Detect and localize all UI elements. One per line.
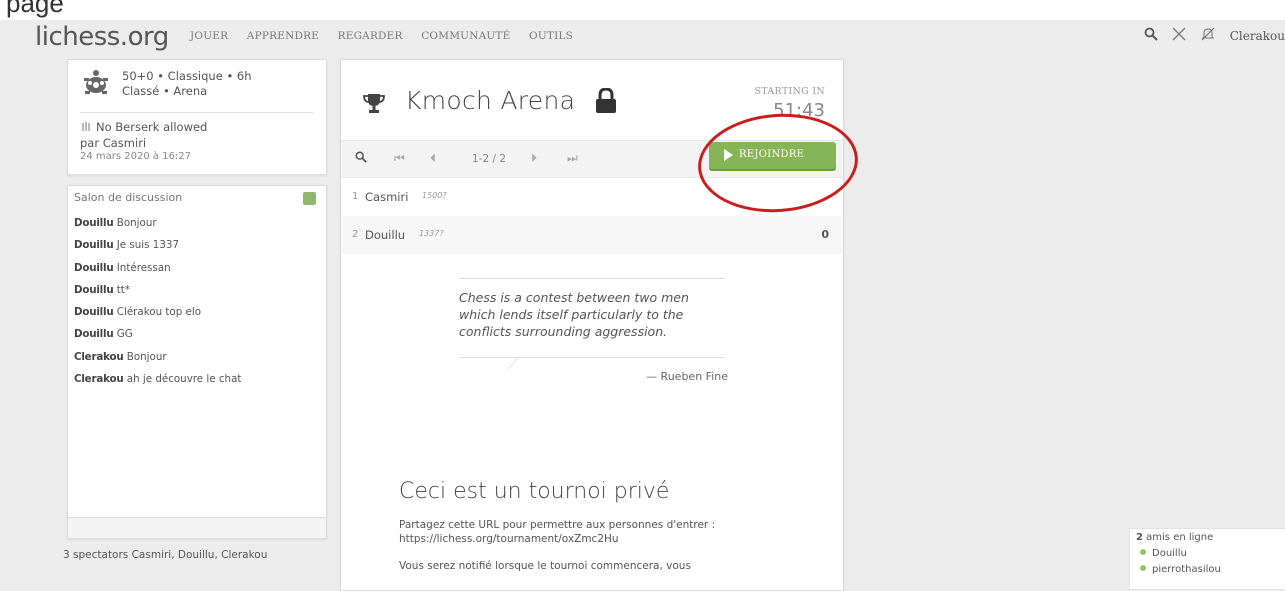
tournament-title: Kmoch Arena: [405, 86, 576, 115]
player-rating: 1500?: [422, 191, 447, 200]
created-date: 24 mars 2020 à 16:27: [80, 151, 192, 162]
search-icon[interactable]: [1144, 27, 1158, 45]
turtle-icon: [84, 70, 108, 94]
previous-page-icon[interactable]: ⏴: [430, 151, 436, 166]
site-header: lichess.org JOUER APPRENDRE REGARDER COM…: [0, 20, 1285, 56]
nav-community[interactable]: COMMUNAUTÉ: [421, 30, 510, 42]
player-search-icon[interactable]: [355, 151, 367, 167]
play-icon: [724, 149, 733, 161]
trophy-icon: [363, 94, 385, 113]
first-page-icon[interactable]: ⏮: [394, 151, 405, 166]
tournament-info-box: 50+0 • Classique • 6h Classé • Arena No …: [67, 59, 327, 175]
friend-item[interactable]: pierrothasilou: [1140, 564, 1221, 575]
chat-message: Douillu GG: [74, 328, 133, 341]
player-rating: 1337?: [419, 229, 444, 238]
chat-title: Salon de discussion: [74, 191, 183, 204]
quote-divider: [459, 357, 725, 358]
nav-tools[interactable]: OUTILS: [529, 30, 573, 42]
quote-tail: [493, 357, 520, 369]
chat-message: Clerakou ah je découvre le chat: [74, 373, 242, 386]
chat-toggle[interactable]: [303, 192, 316, 205]
nav-play[interactable]: JOUER: [190, 30, 228, 42]
standings-row[interactable]: 2 Douillu 1337? 0: [341, 216, 843, 254]
chat-message: Clerakou Bonjour: [74, 350, 167, 363]
next-page-icon[interactable]: ⏵: [531, 151, 537, 166]
private-tournament-title: Ceci est un tournoi privé: [399, 479, 670, 504]
main-nav: JOUER APPRENDRE REGARDER COMMUNAUTÉ OUTI…: [190, 30, 588, 42]
player-name[interactable]: Casmiri: [365, 190, 408, 204]
time-control: 50+0 • Classique • 6h: [122, 69, 252, 83]
chat-panel: Salon de discussion Douillu Bonjour Doui…: [67, 185, 327, 539]
lock-icon: [596, 88, 616, 113]
player-score: 0: [821, 228, 829, 241]
join-button[interactable]: REJOINDRE: [709, 142, 836, 169]
countdown-timer: 51:43: [773, 100, 825, 121]
tournament-main-panel: Kmoch Arena STARTING IN 51:43 ⏮ ⏴ 1-2 / …: [340, 59, 844, 591]
swords-icon[interactable]: [1172, 27, 1186, 45]
friend-item[interactable]: Douillu: [1140, 548, 1187, 559]
header-right: Clerakou: [1144, 27, 1285, 45]
site-logo[interactable]: lichess.org: [35, 22, 169, 52]
chat-messages: Douillu Bonjour Douillu Je suis 1337 Dou…: [74, 216, 314, 394]
muted-bell-icon[interactable]: [1200, 27, 1216, 45]
nav-learn[interactable]: APPRENDRE: [247, 30, 319, 42]
berserk-note: No Berserk allowed: [80, 120, 207, 134]
online-dot: [1140, 565, 1146, 571]
friends-header: 2 amis en ligne: [1136, 532, 1214, 543]
private-share-text: Partagez cette URL pour permettre aux pe…: [399, 518, 819, 546]
quote-divider: [459, 278, 725, 279]
berserk-icon: [82, 122, 90, 131]
spectators-list: 3 spectators Casmiri, Douillu, Clerakou: [63, 549, 268, 561]
tournament-url[interactable]: https://lichess.org/tournament/oxZmc2Hu: [399, 532, 819, 546]
divider: [80, 112, 314, 113]
chat-input[interactable]: [68, 517, 326, 538]
notification-text: Vous serez notifié lorsque le tournoi co…: [399, 560, 691, 572]
user-menu[interactable]: Clerakou: [1230, 29, 1285, 43]
chess-quote: Chess is a contest between two men which…: [459, 290, 689, 339]
created-by: par Casmiri: [80, 136, 147, 150]
friends-online-box[interactable]: 2 amis en ligne Douillu pierrothasilou: [1129, 528, 1285, 590]
last-page-icon[interactable]: ⏭: [567, 151, 578, 166]
online-dot: [1140, 549, 1146, 555]
standings-row[interactable]: 1 Casmiri 1500?: [341, 178, 843, 216]
quote-author: — Rueben Fine: [646, 370, 728, 383]
chat-message: Douillu Bonjour: [74, 217, 157, 229]
page-count: 1-2 / 2: [472, 153, 507, 165]
tournament-type: Classé • Arena: [122, 84, 208, 98]
nav-watch[interactable]: REGARDER: [338, 30, 403, 42]
player-name[interactable]: Douillu: [365, 228, 405, 242]
chat-message: Douillu Intéressan: [74, 261, 171, 274]
top-strip: [0, 0, 1285, 20]
top-text-fragment: page: [6, 0, 64, 18]
chat-message: Douillu tt*: [74, 283, 130, 296]
starting-in-label: STARTING IN: [754, 86, 825, 97]
chat-message: Douillu Je suis 1337: [74, 239, 180, 252]
chat-message: Douillu Clérakou top elo: [74, 306, 202, 319]
